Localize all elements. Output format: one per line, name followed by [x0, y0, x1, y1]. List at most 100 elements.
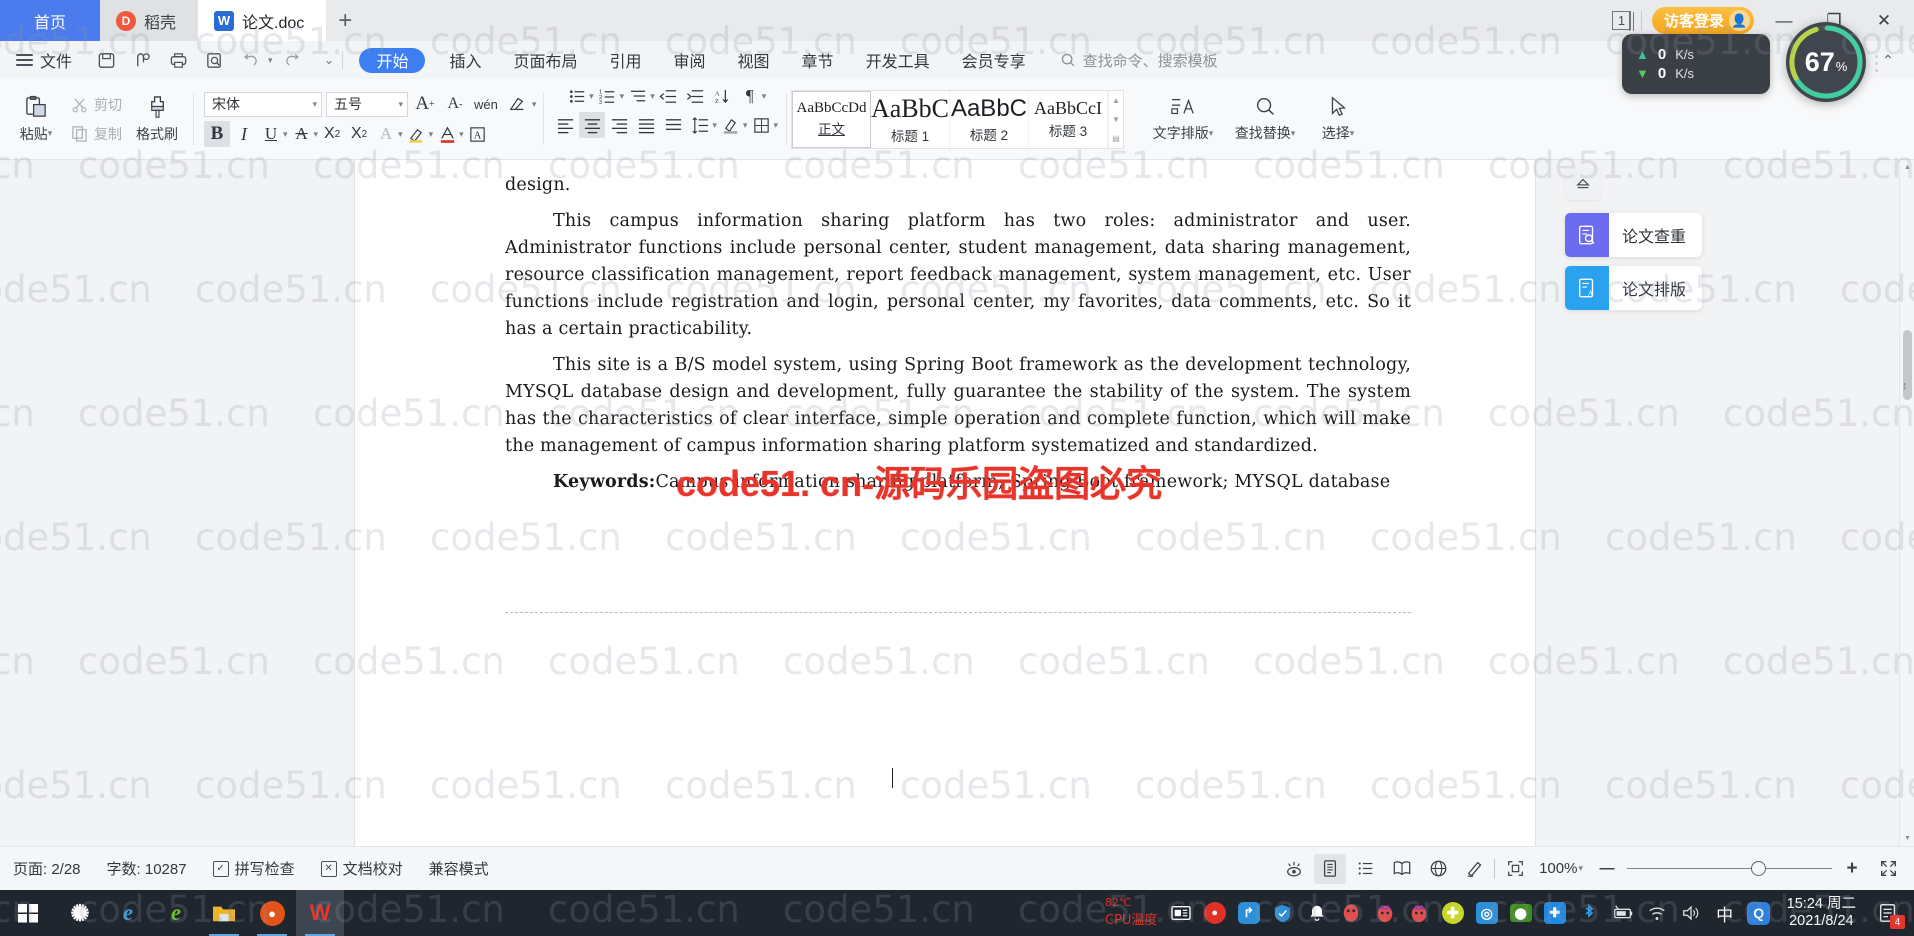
qat-more-icon[interactable]: ⌄	[310, 52, 335, 68]
qq-browser-icon[interactable]: Q	[1743, 890, 1775, 936]
find-replace-button[interactable]: 查找替换 ▾	[1224, 84, 1306, 154]
numbered-list-button[interactable]: 123	[595, 83, 621, 109]
widget-menu-dots-icon[interactable]	[1875, 55, 1878, 76]
document-count-badge[interactable]: 1	[1611, 11, 1634, 31]
line-spacing-button[interactable]	[687, 112, 713, 138]
align-left-button[interactable]	[552, 112, 578, 138]
qq-icon-1[interactable]	[1335, 890, 1367, 936]
taskbar-app-internet-explorer[interactable]: e	[104, 890, 152, 936]
style-scroll-down-icon[interactable]: ▼	[1112, 115, 1120, 124]
qq-icon-2[interactable]	[1369, 890, 1401, 936]
underline-dropdown-icon[interactable]: ▾	[283, 129, 288, 140]
font-size-combo[interactable]: 五号 ▾	[326, 91, 408, 117]
dock-item-plagiarism-check[interactable]: 论文查重	[1564, 213, 1702, 257]
highlight-color-button[interactable]	[404, 121, 430, 147]
undo-icon[interactable]	[234, 45, 267, 75]
font-color-dropdown-icon[interactable]: ▾	[459, 129, 464, 140]
increase-indent-button[interactable]	[683, 83, 709, 109]
360-security-icon[interactable]: ✚	[1437, 890, 1469, 936]
align-right-button[interactable]	[606, 112, 632, 138]
paste-button[interactable]: 粘贴 ▾	[7, 84, 65, 154]
text-layout-dropdown-icon[interactable]: ▾	[1209, 128, 1214, 139]
nvidia-icon[interactable]: ⬤	[1505, 890, 1537, 936]
show-marks-dropdown-icon[interactable]: ▾	[762, 91, 767, 102]
ribbon-tab-member[interactable]: 会员专享	[946, 41, 1042, 79]
save-as-icon[interactable]	[126, 45, 159, 75]
tab-docer[interactable]: D 稻壳	[100, 0, 199, 41]
reading-view-button[interactable]	[1386, 854, 1418, 884]
fullscreen-icon[interactable]	[1872, 854, 1904, 884]
edit-mode-button[interactable]	[1458, 854, 1490, 884]
vertical-scrollbar[interactable]: ▲ ▼	[1899, 160, 1914, 846]
print-preview-icon[interactable]	[198, 45, 231, 75]
scroll-down-icon[interactable]: ▼	[1900, 831, 1914, 846]
borders-dropdown-icon[interactable]: ▾	[773, 120, 778, 131]
taskbar-app-fan-control[interactable]: ✺	[56, 890, 104, 936]
collapse-ribbon-button[interactable]: ⌃	[1874, 45, 1902, 75]
numbered-dropdown-icon[interactable]: ▾	[620, 91, 625, 102]
wifi-icon[interactable]	[1641, 890, 1673, 936]
ribbon-tab-view[interactable]: 视图	[722, 41, 786, 79]
style-scroll-up-icon[interactable]: ▲	[1112, 96, 1120, 105]
page-indicator[interactable]: 页面: 2/28	[0, 858, 94, 879]
style-normal[interactable]: AaBbCcDd 正文	[791, 90, 871, 148]
kingsoft-icon[interactable]: ●	[1199, 890, 1231, 936]
battery-icon[interactable]	[1607, 890, 1639, 936]
ime-icon[interactable]: 中	[1709, 890, 1741, 936]
nvidia-panel-icon[interactable]: ◎	[1471, 890, 1503, 936]
borders-button[interactable]	[748, 112, 774, 138]
text-effects-dropdown-icon[interactable]: ▾	[398, 129, 403, 140]
superscript-button[interactable]: X2	[319, 121, 345, 147]
bullet-dropdown-icon[interactable]: ▾	[589, 91, 594, 102]
dock-collapse-button[interactable]	[1564, 168, 1601, 200]
tab-home[interactable]: 首页	[0, 0, 101, 41]
close-button[interactable]: ✕	[1864, 4, 1904, 38]
new-tab-button[interactable]: +	[326, 0, 365, 41]
ribbon-tab-references[interactable]: 引用	[594, 41, 658, 79]
strikethrough-button[interactable]: A	[289, 121, 315, 147]
ribbon-tab-start[interactable]: 开始	[359, 47, 426, 73]
select-button[interactable]: 选择 ▾	[1306, 84, 1370, 154]
multilevel-dropdown-icon[interactable]: ▾	[650, 91, 655, 102]
spellcheck-toggle[interactable]: ✓ 拼写检查	[200, 858, 308, 879]
ribbon-tab-insert[interactable]: 插入	[433, 41, 497, 79]
zoom-dropdown-icon[interactable]: ▾	[1578, 863, 1583, 874]
line-spacing-dropdown-icon[interactable]: ▾	[712, 120, 717, 131]
notification-bell-icon[interactable]	[1301, 890, 1333, 936]
shading-button[interactable]	[718, 112, 744, 138]
ribbon-tab-developer[interactable]: 开发工具	[850, 41, 946, 79]
taskbar-clock[interactable]: 15:24 周二 2021/8/24	[1777, 896, 1866, 930]
guest-login-button[interactable]: 访客登录 👤	[1651, 7, 1754, 34]
font-name-combo[interactable]: 宋体 ▾	[204, 91, 322, 117]
notification-center-button[interactable]: 4	[1868, 890, 1908, 936]
zoom-in-button[interactable]: +	[1836, 854, 1868, 884]
bluetooth-tray-icon[interactable]: ✚	[1539, 890, 1571, 936]
ribbon-tab-page-layout[interactable]: 页面布局	[497, 41, 593, 79]
subscript-button[interactable]: X2	[346, 121, 372, 147]
justify-button[interactable]	[633, 112, 659, 138]
print-icon[interactable]	[162, 45, 195, 75]
decrease-indent-button[interactable]	[656, 83, 682, 109]
zoom-level[interactable]: 100% ▾	[1535, 860, 1587, 877]
tencent-guard-icon[interactable]	[1267, 890, 1299, 936]
find-replace-dropdown-icon[interactable]: ▾	[1291, 128, 1296, 139]
uninstall-tool-icon[interactable]: ↱	[1233, 890, 1265, 936]
pinyin-guide-icon[interactable]: wén	[472, 91, 500, 117]
compatibility-mode[interactable]: 兼容模式	[416, 858, 502, 879]
increase-font-size-icon[interactable]: A +	[412, 91, 438, 117]
bold-button[interactable]: B	[204, 121, 230, 147]
qq-icon-3[interactable]	[1403, 890, 1435, 936]
ribbon-tab-review[interactable]: 审阅	[658, 41, 722, 79]
sort-button[interactable]: AZ	[710, 83, 736, 109]
taskbar-app-sogou-browser[interactable]: e	[152, 890, 200, 936]
zoom-out-button[interactable]: —	[1591, 854, 1623, 884]
word-count[interactable]: 字数: 10287	[94, 858, 200, 879]
redo-icon[interactable]	[276, 45, 309, 75]
scroll-up-icon[interactable]: ▲	[1900, 160, 1914, 175]
text-layout-button[interactable]: 文字排版 ▾	[1142, 84, 1224, 154]
select-dropdown-icon[interactable]: ▾	[1350, 128, 1355, 139]
strikethrough-dropdown-icon[interactable]: ▾	[314, 129, 319, 140]
taskbar-app-wps-writer[interactable]: W	[296, 890, 344, 936]
style-heading-1[interactable]: AaBbC 标题 1	[871, 90, 950, 148]
print-layout-view-button[interactable]	[1314, 853, 1347, 884]
